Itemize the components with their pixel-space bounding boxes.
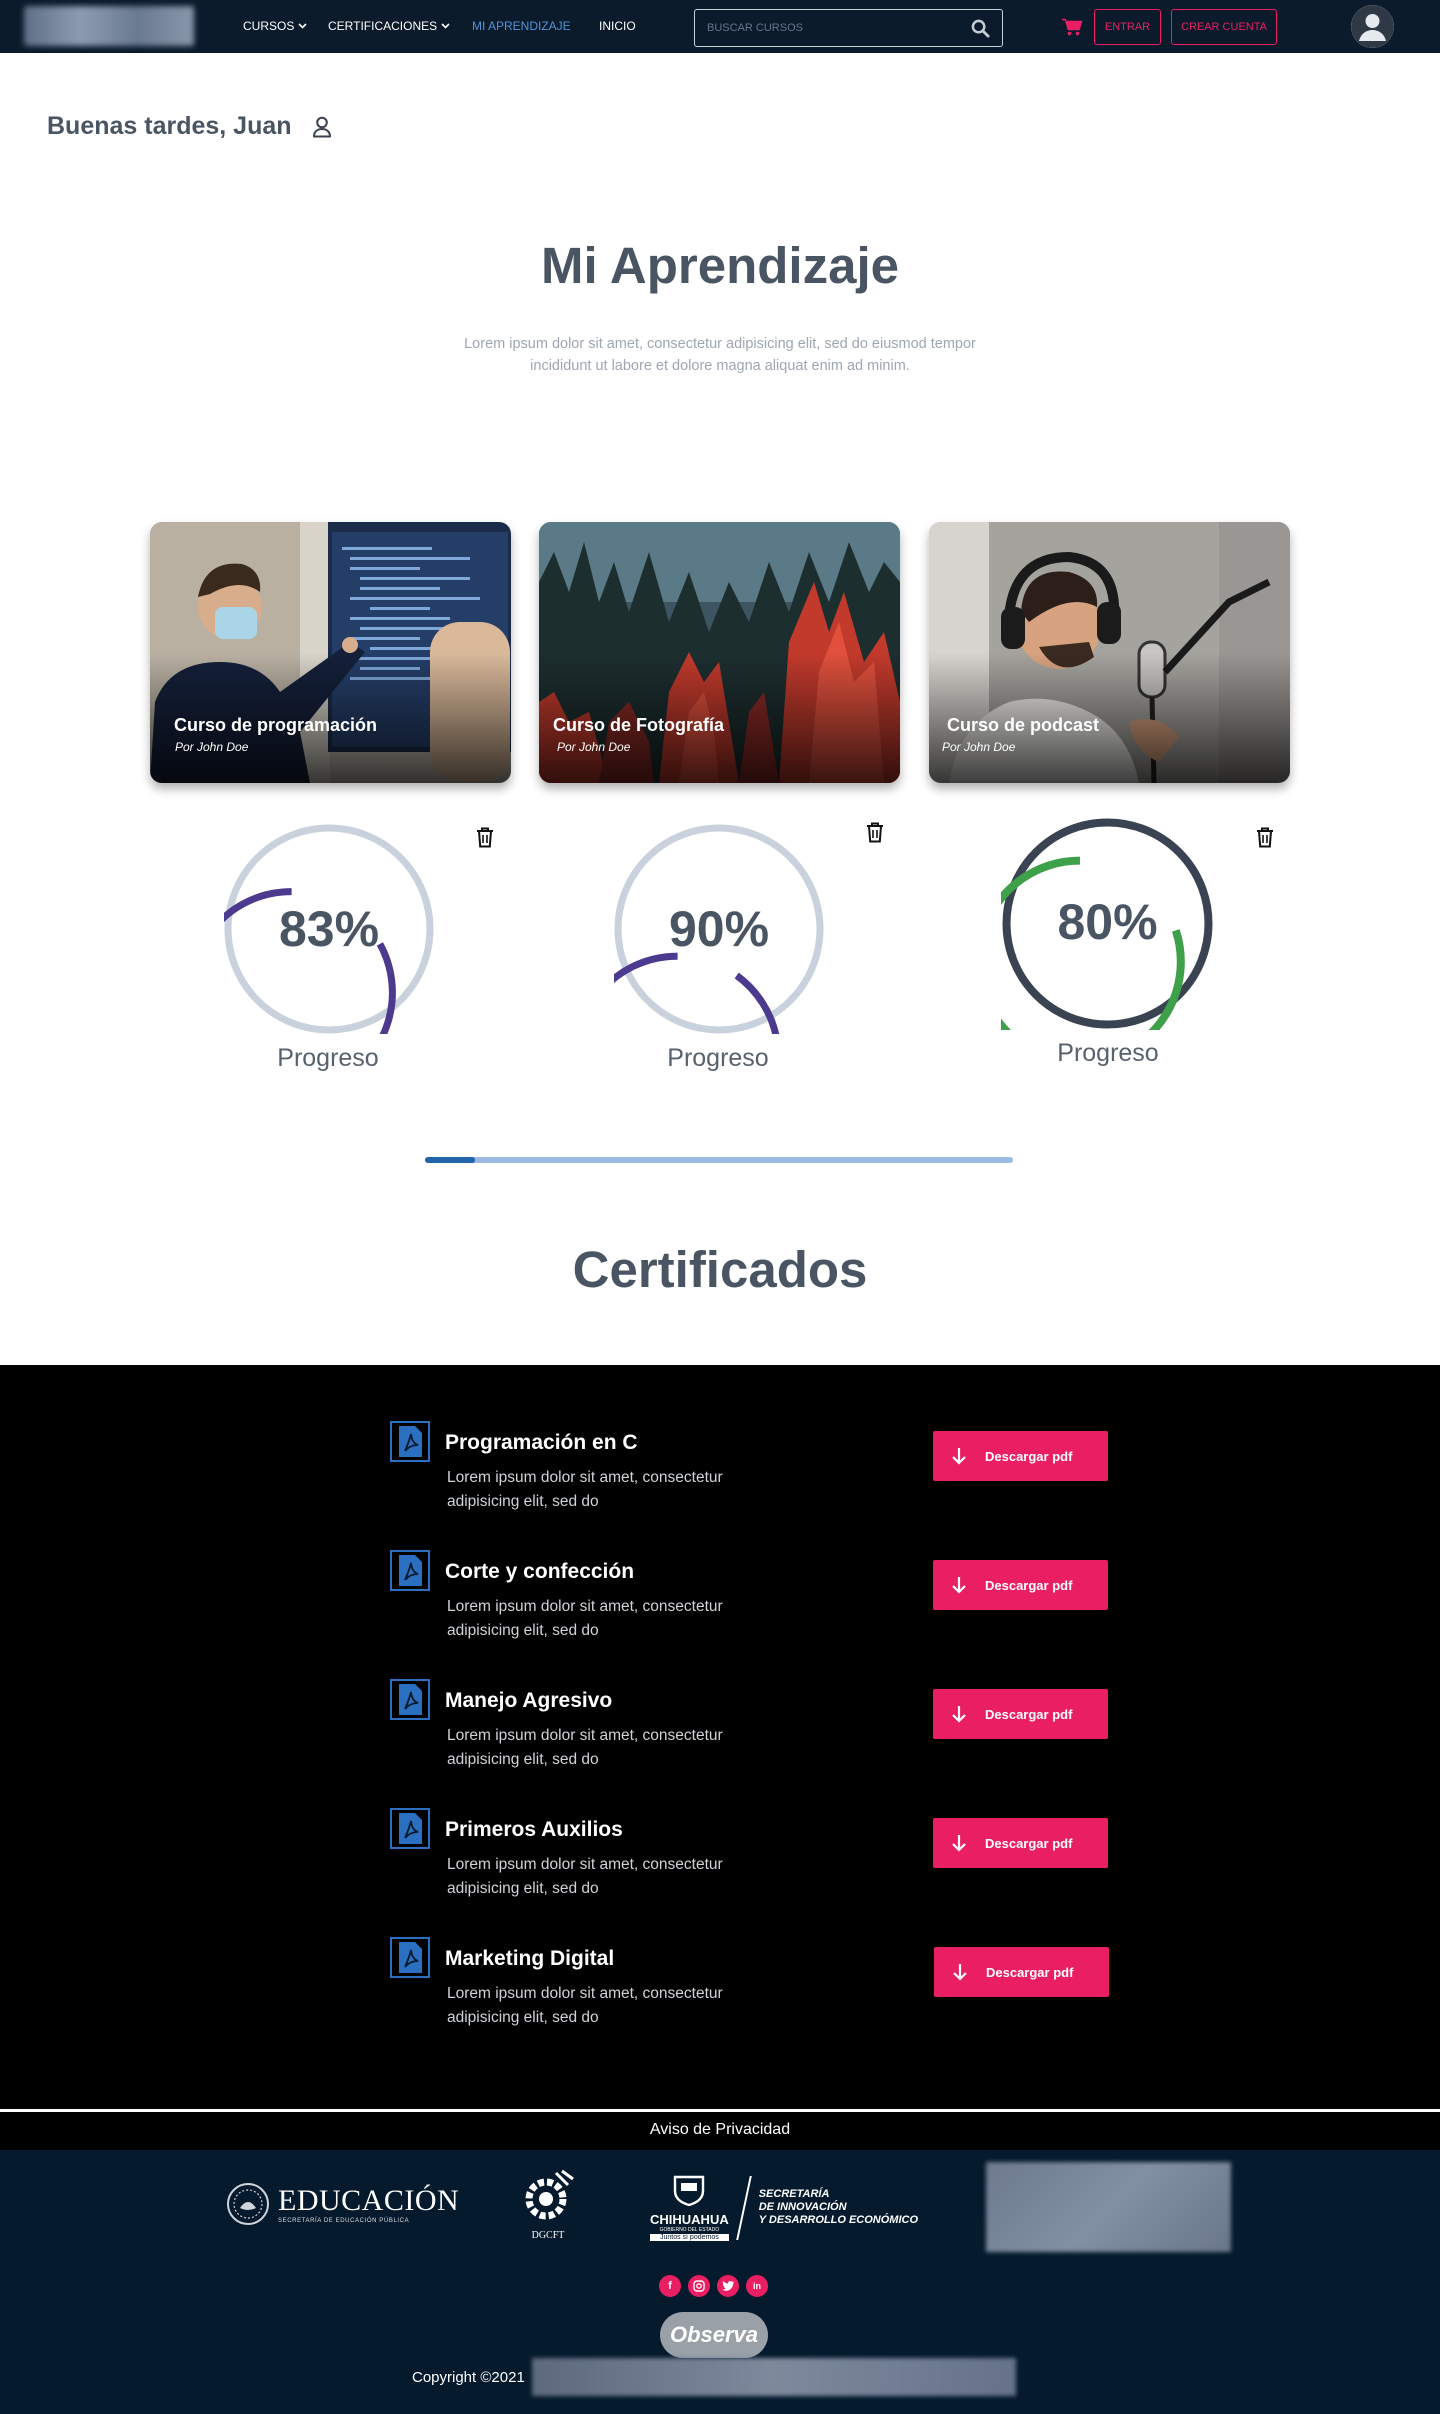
certificate-desc: Lorem ipsum dolor sit amet, consectetur …: [447, 1856, 723, 1897]
greeting-text: Buenas tardes, Juan: [47, 112, 292, 140]
signup-button[interactable]: CREAR CUENTA: [1171, 9, 1277, 45]
course-card-fotografia[interactable]: Curso de Fotografía Por John Doe: [539, 522, 900, 783]
nav-mi-aprendizaje[interactable]: MI APRENDIZAJE: [472, 19, 571, 33]
dgcft-logo: DGCFT: [518, 2169, 578, 2244]
download-pdf-button[interactable]: Descargar pdf: [933, 1431, 1108, 1481]
pdf-file-icon: [390, 1679, 430, 1720]
course-card-podcast[interactable]: Curso de podcast Por John Doe: [929, 522, 1290, 783]
pdf-file-icon: [390, 1937, 430, 1978]
search-icon[interactable]: [971, 19, 990, 38]
progress-ring: 83%: [186, 824, 434, 1098]
course-card-programacion[interactable]: Curso de programación Por John Doe: [150, 522, 511, 783]
linkedin-icon[interactable]: in: [746, 2275, 768, 2297]
course-title: Curso de podcast: [947, 715, 1100, 735]
search-box: [694, 9, 1003, 47]
pdf-file-icon: [390, 1808, 430, 1849]
certificate-name: Programación en C: [445, 1431, 638, 1454]
navbar: CURSOS CERTIFICACIONES MI APRENDIZAJE IN…: [0, 0, 1440, 53]
arrow-down-icon: [952, 1835, 966, 1852]
sep-logo: EDUCACIÓN SECRETARÍA DE EDUCACIÓN PÚBLIC…: [226, 2182, 459, 2226]
certificates-section: Programación en C Lorem ipsum dolor sit …: [0, 1365, 1440, 2111]
pdf-file-icon: [390, 1421, 430, 1462]
certificate-desc: Lorem ipsum dolor sit amet, consectetur …: [447, 1727, 723, 1768]
progress-percent: 90%: [668, 901, 770, 957]
carousel-scrollbar[interactable]: [425, 1157, 1013, 1163]
certificate-desc: Lorem ipsum dolor sit amet, consectetur …: [447, 1469, 723, 1510]
progress-percent: 83%: [278, 901, 380, 957]
chevron-down-icon: [298, 23, 307, 29]
avatar[interactable]: [1351, 5, 1394, 48]
progress-label: Progreso: [667, 1044, 769, 1072]
download-pdf-button[interactable]: Descargar pdf: [933, 1818, 1108, 1868]
pdf-file-icon: [390, 1550, 430, 1591]
observa-logo[interactable]: Observa: [660, 2312, 768, 2358]
nav-cursos[interactable]: CURSOS: [243, 19, 307, 33]
certificate-name: Marketing Digital: [445, 1947, 615, 1970]
login-button[interactable]: ENTRAR: [1094, 9, 1161, 45]
user-icon[interactable]: [312, 116, 332, 138]
nav-inicio[interactable]: INICIO: [599, 19, 636, 33]
progress-label: Progreso: [1057, 1039, 1159, 1067]
course-title: Curso de Fotografía: [553, 715, 725, 735]
twitter-icon[interactable]: [717, 2275, 739, 2297]
course-title: Curso de programación: [174, 715, 378, 735]
mexico-seal-icon: [227, 2183, 269, 2225]
download-pdf-button[interactable]: Descargar pdf: [934, 1947, 1109, 1997]
progress-ring: 80%: [974, 817, 1214, 1067]
user-avatar-icon: [1351, 5, 1394, 48]
delete-course-1-trash-icon[interactable]: [866, 822, 884, 843]
arrow-down-icon: [952, 1577, 966, 1594]
partner-logo-placeholder: [986, 2162, 1231, 2252]
certificate-item: Primeros Auxilios Lorem ipsum dolor sit …: [390, 1808, 1110, 1918]
certificate-item: Manejo Agresivo Lorem ipsum dolor sit am…: [390, 1679, 1110, 1789]
instagram-glyph: [693, 2280, 705, 2292]
course-author: Por John Doe: [557, 740, 631, 754]
download-pdf-button[interactable]: Descargar pdf: [933, 1689, 1108, 1739]
footer: EDUCACIÓN SECRETARÍA DE EDUCACIÓN PÚBLIC…: [0, 2150, 1440, 2414]
download-pdf-button[interactable]: Descargar pdf: [933, 1560, 1108, 1610]
copyright-text: Copyright ©2021: [412, 2369, 525, 2386]
carousel-scroll-thumb[interactable]: [425, 1157, 475, 1163]
progress-label: Progreso: [277, 1044, 379, 1072]
delete-course-0-trash-icon[interactable]: [476, 827, 494, 848]
progress-ring: 90%: [572, 824, 824, 1162]
certificate-item: Marketing Digital Lorem ipsum dolor sit …: [390, 1937, 1110, 2047]
privacy-link[interactable]: Aviso de Privacidad: [650, 2121, 790, 2138]
greeting: Buenas tardes, Juan: [47, 112, 332, 141]
nav-certificaciones[interactable]: CERTIFICACIONES: [328, 19, 450, 33]
delete-course-2-trash-icon[interactable]: [1256, 827, 1274, 848]
certificate-item: Corte y confección Lorem ipsum dolor sit…: [390, 1550, 1110, 1660]
certificate-name: Manejo Agresivo: [445, 1689, 613, 1712]
copyright-owner-placeholder: [532, 2358, 1016, 2396]
course-author: Por John Doe: [175, 740, 249, 754]
certificate-desc: Lorem ipsum dolor sit amet, consectetur …: [447, 1598, 723, 1639]
chihuahua-shield-icon: [674, 2175, 705, 2206]
search-input[interactable]: [707, 22, 971, 34]
certificate-name: Corte y confección: [445, 1560, 635, 1583]
cart-icon[interactable]: [1062, 18, 1083, 36]
arrow-down-icon: [952, 1706, 966, 1723]
site-logo[interactable]: [24, 6, 194, 46]
course-author: Por John Doe: [942, 740, 1016, 754]
arrow-down-icon: [952, 1448, 966, 1465]
chihuahua-logo: CHIHUAHUA GOBIERNO DEL ESTADO Juntos sí …: [650, 2170, 918, 2245]
arrow-down-icon: [953, 1964, 967, 1981]
chevron-down-icon: [441, 23, 450, 29]
instagram-icon[interactable]: [688, 2275, 710, 2297]
certificate-desc: Lorem ipsum dolor sit amet, consectetur …: [447, 1985, 723, 2026]
progress-percent: 80%: [1057, 894, 1158, 950]
twitter-glyph: [722, 2281, 734, 2291]
page-title: Mi Aprendizaje: [541, 237, 899, 294]
certificates-title: Certificados: [572, 1241, 868, 1298]
page-description: Lorem ipsum dolor sit amet, consectetur …: [464, 336, 976, 374]
certificate-name: Primeros Auxilios: [445, 1818, 623, 1841]
certificate-item: Programación en C Lorem ipsum dolor sit …: [390, 1421, 1110, 1531]
gear-icon: [525, 2169, 574, 2220]
privacy-bar: Aviso de Privacidad: [0, 2112, 1440, 2150]
facebook-icon[interactable]: f: [659, 2275, 681, 2297]
